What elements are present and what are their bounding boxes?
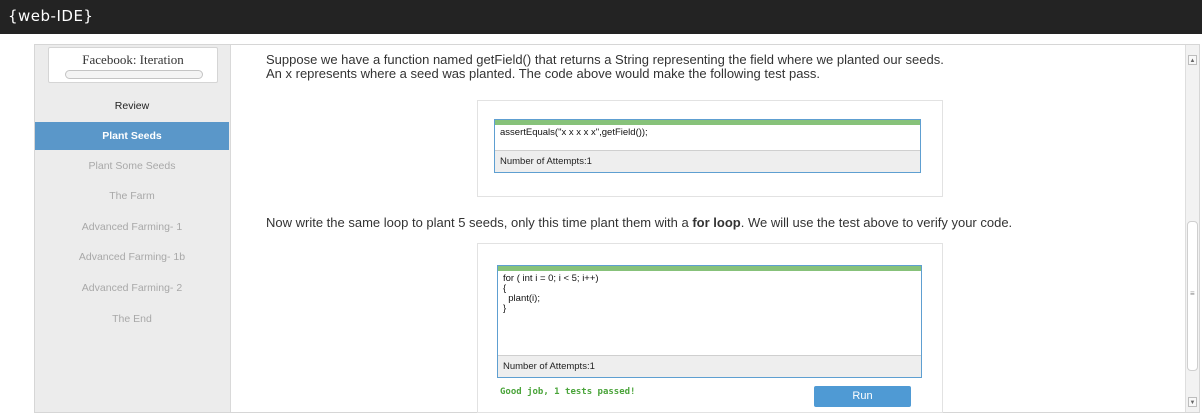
instruction-text: Now write the same loop to plant 5 seeds…	[266, 216, 1012, 229]
code-attempts-count: Number of Attempts:1	[498, 355, 921, 377]
sidebar-item-advanced-farming-1b[interactable]: Advanced Farming- 1b	[35, 243, 229, 271]
intro-line-2: An x represents where a seed was planted…	[266, 66, 821, 81]
sidebar-item-advanced-farming-1[interactable]: Advanced Farming- 1	[35, 213, 229, 241]
top-bar: {web-IDE}	[0, 0, 1202, 34]
sidebar-item-advanced-farming-2[interactable]: Advanced Farming- 2	[35, 274, 229, 302]
code-input[interactable]: for ( int i = 0; i < 5; i++) { plant(i);…	[498, 271, 921, 317]
course-card: Facebook: Iteration	[48, 47, 218, 83]
test-attempts-count: Number of Attempts:1	[495, 150, 920, 172]
instruction-keyword: for loop	[692, 215, 741, 230]
test-editor[interactable]: assertEquals("x x x x x",getField()); Nu…	[494, 119, 921, 173]
course-progress-bar	[65, 70, 203, 79]
code-editor[interactable]: for ( int i = 0; i < 5; i++) { plant(i);…	[497, 265, 922, 378]
app-logo: {web-IDE}	[8, 7, 94, 25]
test-result-message: Good job, 1 tests passed!	[500, 387, 636, 397]
instruction-text-part-2: . We will use the test above to verify y…	[740, 215, 1013, 230]
scroll-grip-icon: ≡	[1190, 289, 1195, 298]
sidebar-item-plant-some-seeds[interactable]: Plant Some Seeds	[35, 152, 229, 180]
scroll-down-icon[interactable]: ▼	[1188, 397, 1197, 407]
sidebar-item-review[interactable]: Review	[35, 92, 229, 120]
sidebar-item-the-farm[interactable]: The Farm	[35, 182, 229, 210]
lesson-frame: Facebook: Iteration Review Plant Seeds Pla…	[34, 44, 1200, 413]
scroll-up-icon[interactable]: ▲	[1188, 55, 1197, 65]
lesson-content: Suppose we have a function named getFiel…	[232, 45, 1184, 413]
vertical-scrollbar[interactable]: ▲ ≡ ▼	[1185, 45, 1199, 412]
scroll-thumb[interactable]: ≡	[1187, 221, 1198, 371]
sidebar-item-the-end[interactable]: The End	[35, 305, 229, 333]
test-panel: assertEquals("x x x x x",getField()); Nu…	[477, 100, 943, 197]
instruction-text-part-1: Now write the same loop to plant 5 seeds…	[266, 215, 693, 230]
intro-line-1: Suppose we have a function named getFiel…	[266, 52, 944, 67]
sidebar: Facebook: Iteration Review Plant Seeds Pla…	[35, 45, 231, 412]
course-title: Facebook: Iteration	[82, 52, 184, 67]
run-button[interactable]: Run	[814, 386, 911, 407]
test-code: assertEquals("x x x x x",getField());	[500, 127, 648, 138]
sidebar-item-plant-seeds[interactable]: Plant Seeds	[35, 122, 229, 150]
code-panel: for ( int i = 0; i < 5; i++) { plant(i);…	[477, 243, 943, 413]
